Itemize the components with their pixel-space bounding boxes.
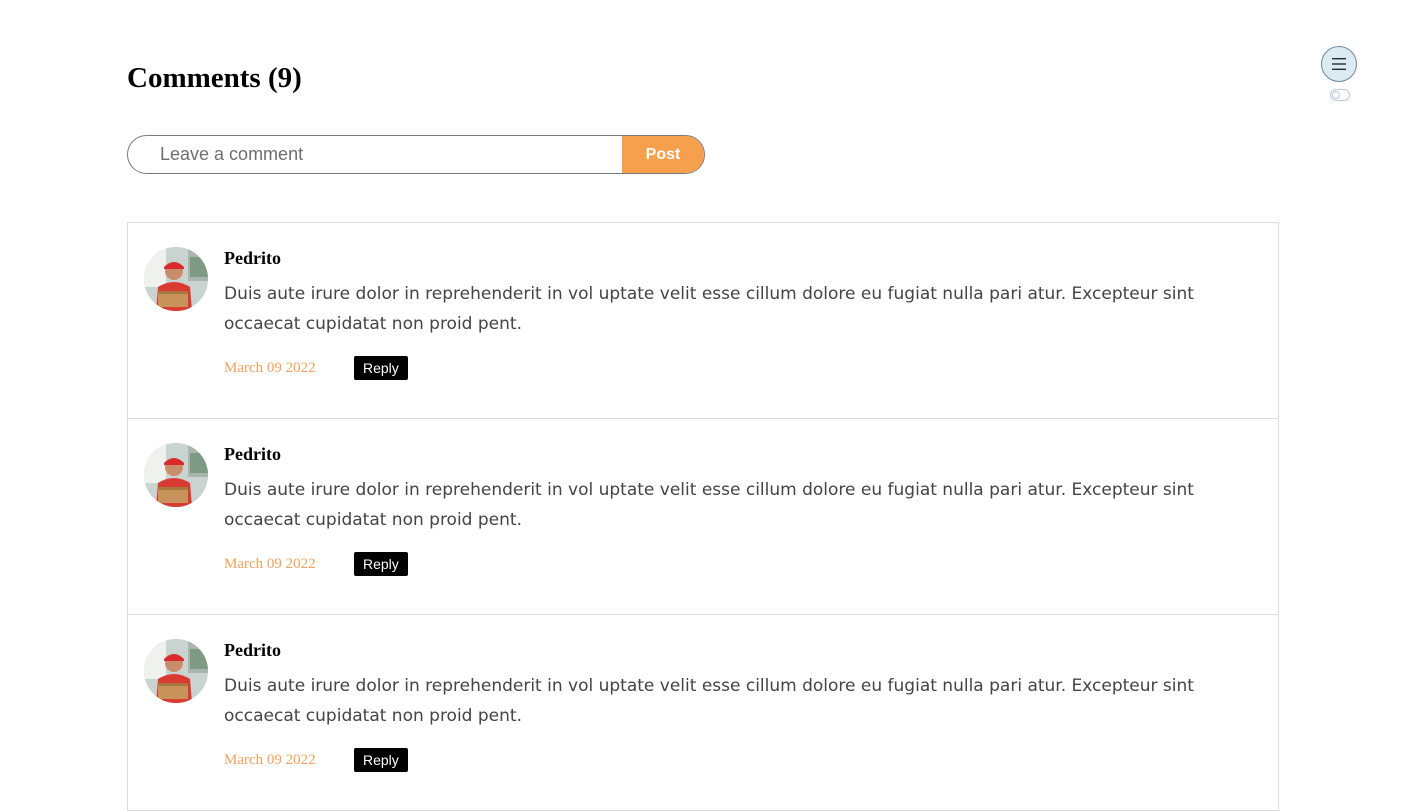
comments-title: Comments (9) xyxy=(127,62,302,94)
comment-meta: March 09 2022 Reply xyxy=(224,748,1254,772)
comment-item: Pedrito Duis aute irure dolor in reprehe… xyxy=(128,615,1278,811)
reply-button[interactable]: Reply xyxy=(354,748,408,772)
menu-button[interactable] xyxy=(1321,46,1357,82)
comment-body: Pedrito Duis aute irure dolor in reprehe… xyxy=(224,247,1254,380)
comment-body: Pedrito Duis aute irure dolor in reprehe… xyxy=(224,443,1254,576)
comments-list: Pedrito Duis aute irure dolor in reprehe… xyxy=(127,222,1279,811)
hamburger-menu-icon xyxy=(1332,58,1346,70)
comment-author: Pedrito xyxy=(224,444,281,464)
comment-text: Duis aute irure dolor in reprehenderit i… xyxy=(224,480,1194,530)
avatar xyxy=(144,443,208,507)
comment-input[interactable] xyxy=(128,136,622,173)
comment-author: Pedrito xyxy=(224,248,281,268)
toggle-knob xyxy=(1332,91,1340,99)
avatar-image xyxy=(144,639,208,703)
comment-meta: March 09 2022 Reply xyxy=(224,356,1254,380)
comment-body: Pedrito Duis aute irure dolor in reprehe… xyxy=(224,639,1254,772)
avatar-image xyxy=(144,247,208,311)
comment-meta: March 09 2022 Reply xyxy=(224,552,1254,576)
post-button[interactable]: Post xyxy=(622,136,704,173)
comment-item: Pedrito Duis aute irure dolor in reprehe… xyxy=(128,223,1278,419)
avatar xyxy=(144,639,208,703)
reply-button[interactable]: Reply xyxy=(354,356,408,380)
avatar xyxy=(144,247,208,311)
avatar-image xyxy=(144,443,208,507)
comment-text: Duis aute irure dolor in reprehenderit i… xyxy=(224,676,1194,726)
comment-date: March 09 2022 xyxy=(224,555,316,572)
comment-date: March 09 2022 xyxy=(224,751,316,768)
comment-text: Duis aute irure dolor in reprehenderit i… xyxy=(224,284,1194,334)
comment-date: March 09 2022 xyxy=(224,359,316,376)
comment-form: Post xyxy=(127,135,705,174)
toggle-switch[interactable] xyxy=(1330,89,1350,101)
comment-author: Pedrito xyxy=(224,640,281,660)
comment-item: Pedrito Duis aute irure dolor in reprehe… xyxy=(128,419,1278,615)
reply-button[interactable]: Reply xyxy=(354,552,408,576)
